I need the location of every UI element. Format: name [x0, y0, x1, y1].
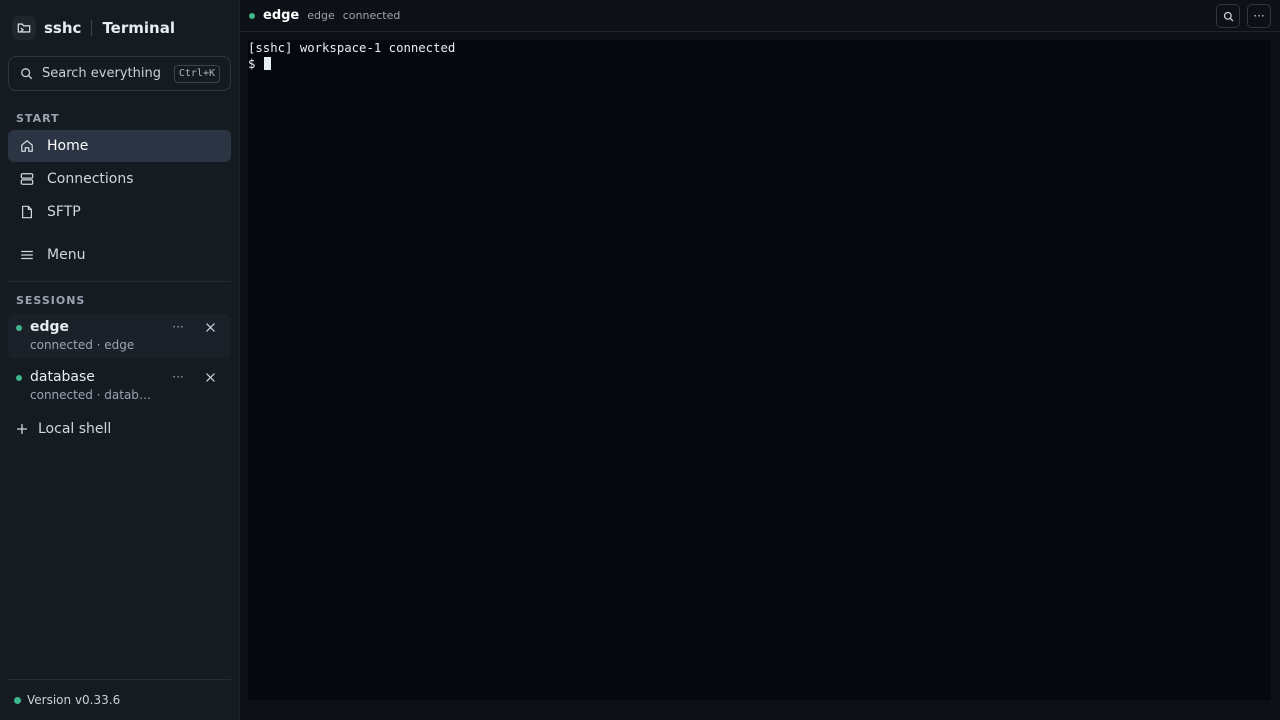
sidebar-item-label: Menu [47, 247, 86, 263]
home-icon [19, 138, 35, 154]
section-label-start: START [16, 112, 60, 125]
sidebar-item-connections[interactable]: Connections [8, 163, 231, 195]
sidebar-footer: Version v0.33.6 [8, 679, 231, 720]
terminal-prompt-line: $ [248, 56, 1271, 72]
session-item-database[interactable]: database connected · database ··· [8, 364, 231, 408]
main-panel: edge edge connected ··· [sshc] workspace… [240, 0, 1280, 720]
local-shell-label: Local shell [38, 421, 112, 437]
search-bar[interactable]: Search everything Ctrl+K [8, 56, 231, 91]
sidebar-item-home[interactable]: Home [8, 130, 231, 162]
app-logo-icon [12, 16, 36, 40]
session-status-dot [16, 375, 22, 381]
brand-name: sshc [44, 19, 82, 37]
session-item-edge[interactable]: edge connected · edge ··· [8, 314, 231, 358]
brand-divider [91, 20, 93, 36]
search-input[interactable]: Search everything [42, 66, 165, 81]
version-status-dot [14, 696, 21, 704]
close-icon[interactable] [203, 320, 217, 334]
sidebar-item-label: Home [47, 138, 89, 154]
app: sshc Terminal Search everything Ctrl+K S… [0, 0, 1280, 720]
terminal-cursor [263, 57, 271, 70]
version-label: Version v0.33.6 [27, 693, 121, 707]
terminal-line: [sshc] workspace-1 connected [248, 41, 456, 55]
more-options-icon[interactable]: ··· [171, 320, 185, 334]
session-subtitle: connected · edge [30, 338, 135, 352]
header-actions: ··· [1216, 4, 1271, 28]
sidebar: sshc Terminal Search everything Ctrl+K S… [0, 0, 240, 720]
page-title: Terminal [102, 19, 175, 37]
session-header: edge edge connected ··· [240, 0, 1280, 32]
session-name: edge [30, 319, 70, 335]
plus-icon [17, 424, 27, 434]
more-options-icon[interactable]: ··· [171, 370, 185, 384]
session-title: edge [263, 8, 300, 23]
sidebar-item-sftp[interactable]: SFTP [8, 196, 231, 228]
sidebar-item-menu[interactable]: Menu [8, 239, 231, 271]
brand: sshc Terminal [8, 0, 231, 56]
sidebar-item-label: SFTP [47, 204, 81, 220]
session-status-dot [16, 325, 22, 331]
file-icon [19, 204, 35, 220]
session-status: connected [342, 9, 401, 22]
section-label-sessions: SESSIONS [16, 294, 86, 307]
session-name: database [30, 369, 95, 385]
terminal-view[interactable]: [sshc] workspace-1 connected $ [248, 40, 1271, 700]
more-options-icon[interactable]: ··· [1247, 4, 1271, 28]
local-shell-button[interactable]: Local shell [8, 414, 231, 444]
close-icon[interactable] [203, 370, 217, 384]
session-subtitle: connected · database [30, 388, 155, 402]
session-host: edge [307, 9, 335, 22]
search-icon [20, 67, 33, 80]
sidebar-item-label: Connections [47, 171, 134, 187]
search-icon[interactable] [1216, 4, 1240, 28]
session-status-dot [249, 12, 255, 19]
search-shortcut-badge: Ctrl+K [173, 64, 220, 83]
hamburger-menu-icon [19, 247, 35, 263]
server-icon [19, 171, 35, 187]
terminal-prompt: $ [248, 57, 263, 71]
